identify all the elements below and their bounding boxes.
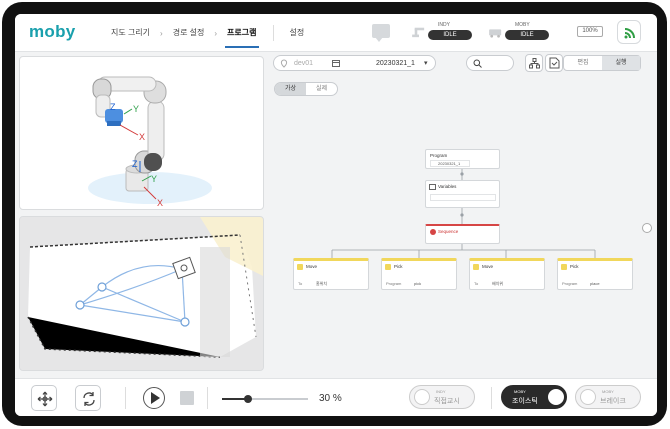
move-button[interactable] xyxy=(31,385,57,411)
move-arrows-icon xyxy=(37,391,53,407)
branch-node-value: place xyxy=(590,281,600,286)
program-flow-connectors xyxy=(331,169,596,258)
reset-button[interactable] xyxy=(75,385,101,411)
play-button[interactable] xyxy=(143,387,165,409)
sequence-node[interactable]: Sequence xyxy=(425,224,500,244)
branch-node-1[interactable]: Move To 홈위치 xyxy=(293,258,369,290)
branch-node-title: Pick xyxy=(394,264,403,269)
move-icon xyxy=(473,264,479,270)
brake-toggle[interactable]: MOBY 브레이크 xyxy=(575,385,641,409)
toggle-knob xyxy=(548,389,564,405)
branch-node-label: Program xyxy=(386,281,402,286)
branch-node-value: pick xyxy=(414,281,422,286)
sequence-status-icon xyxy=(430,229,436,235)
branch-node-value: 홈위치 xyxy=(316,281,328,286)
speed-slider-handle[interactable] xyxy=(243,395,252,403)
stop-button[interactable] xyxy=(180,391,194,405)
variables-node-title: Variables xyxy=(438,184,457,189)
branch-node-title: Pick xyxy=(570,264,579,269)
toggle-knob xyxy=(414,389,430,405)
move-icon xyxy=(297,264,303,270)
variables-node[interactable]: Variables xyxy=(425,180,500,208)
branch-node-3[interactable]: Move To 배치위 xyxy=(469,258,545,290)
pick-icon xyxy=(385,264,391,270)
panel-scroll-handle[interactable] xyxy=(642,223,652,233)
divider xyxy=(207,387,208,409)
branch-node-label: Program xyxy=(562,281,578,286)
sequence-node-title: Sequence xyxy=(438,229,459,234)
app-screen: moby 지도 그리기 › 경로 설정 › 프로그램 설정 INDY IDLE xyxy=(15,14,657,416)
joystick-toggle[interactable]: MOBY 조이스틱 xyxy=(501,385,567,409)
toggle-knob xyxy=(580,389,596,405)
branch-node-4[interactable]: Pick Program place xyxy=(557,258,633,290)
branch-node-label: To xyxy=(474,281,479,286)
program-node[interactable]: Program 20230321_1 xyxy=(425,149,500,169)
bottom-control-bar: 30 % INDY 직접교시 MOBY 조이스틱 MOBY 브레이크 xyxy=(15,378,657,416)
toggle-label: 직접교시 xyxy=(434,398,460,405)
toggle-label: 브레이크 xyxy=(600,398,626,405)
speed-slider[interactable] xyxy=(222,395,308,403)
program-node-title: Program xyxy=(430,153,448,158)
toggle-tiny-label: MOBY xyxy=(514,389,526,394)
tablet-frame: moby 지도 그리기 › 경로 설정 › 프로그램 설정 INDY IDLE xyxy=(2,2,667,426)
branch-node-title: Move xyxy=(306,264,318,269)
divider xyxy=(125,387,126,409)
branch-node-value: 배치위 xyxy=(492,281,504,286)
branch-node-2[interactable]: Pick Program pick xyxy=(381,258,457,290)
toggle-tiny-label: INDY xyxy=(436,389,446,394)
toggle-tiny-label: MOBY xyxy=(602,389,614,394)
pick-icon xyxy=(561,264,567,270)
direct-teaching-toggle[interactable]: INDY 직접교시 xyxy=(409,385,475,409)
toggle-label: 조이스틱 xyxy=(512,398,538,405)
branch-node-title: Move xyxy=(482,264,494,269)
variables-node-field xyxy=(430,194,496,201)
variables-icon xyxy=(429,184,436,190)
program-node-value: 20230321_1 xyxy=(438,161,461,166)
refresh-icon xyxy=(83,392,95,406)
branch-node-label: To xyxy=(298,281,303,286)
divider xyxy=(491,387,492,409)
speed-value: 30 % xyxy=(319,393,342,404)
